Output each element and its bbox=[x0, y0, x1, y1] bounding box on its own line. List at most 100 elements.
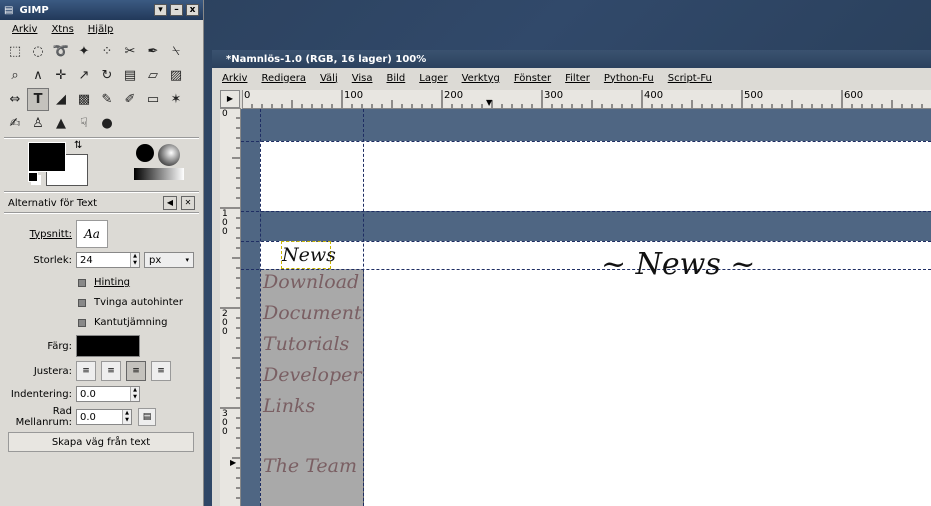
pencil-icon[interactable]: ✎ bbox=[96, 88, 118, 111]
smudge-icon[interactable]: ☟ bbox=[73, 112, 95, 135]
scale-icon[interactable]: ▤ bbox=[119, 64, 141, 87]
paths-icon[interactable]: ✒ bbox=[142, 40, 164, 63]
menu-xtns[interactable]: Xtns bbox=[51, 24, 73, 35]
minimize-button[interactable]: – bbox=[170, 4, 183, 16]
text-icon[interactable]: T bbox=[27, 88, 49, 111]
horizontal-ruler[interactable]: 0 100 200 300 400 500 600 ▼ bbox=[242, 90, 931, 109]
selected-text-layer[interactable]: News bbox=[281, 241, 336, 269]
line-spacing-label-2: Mellanrum: bbox=[15, 417, 72, 428]
toolbox-titlebar[interactable]: ▤ GIMP ▾ – x bbox=[0, 0, 203, 20]
text-color-button[interactable] bbox=[76, 335, 140, 357]
nav-item-download[interactable]: Download bbox=[263, 271, 359, 293]
font-selector[interactable]: Aa bbox=[76, 220, 108, 248]
autohint-checkbox[interactable] bbox=[78, 298, 86, 307]
toolbox-title: GIMP bbox=[19, 4, 49, 16]
divider bbox=[4, 191, 199, 193]
indent-spinner-icon[interactable]: ▲ ▼ bbox=[130, 387, 139, 401]
justify-left-icon[interactable]: ≡ bbox=[76, 361, 96, 381]
menu-python-fu[interactable]: Python-Fu bbox=[604, 73, 654, 84]
menu-valj[interactable]: Välj bbox=[320, 73, 338, 84]
crop-icon[interactable]: ↗ bbox=[73, 64, 95, 87]
hinting-checkbox[interactable] bbox=[78, 278, 86, 287]
image-canvas[interactable]: News ~ News ~ Download Document Tutorial… bbox=[241, 109, 931, 506]
menu-script-fu[interactable]: Script-Fu bbox=[668, 73, 712, 84]
guide-line bbox=[241, 241, 931, 242]
line-spacing-icon[interactable]: ▤ bbox=[138, 408, 156, 426]
foreground-color[interactable] bbox=[28, 142, 66, 172]
justify-center-icon[interactable]: ≡ bbox=[126, 361, 146, 381]
nav-item-the-team[interactable]: The Team bbox=[263, 455, 357, 477]
pattern-indicator[interactable] bbox=[158, 144, 180, 166]
guide-line bbox=[241, 141, 931, 142]
color-select-icon[interactable]: ⁘ bbox=[96, 40, 118, 63]
divider bbox=[4, 137, 199, 139]
menu-lager[interactable]: Lager bbox=[419, 73, 447, 84]
blend-icon[interactable]: ▩ bbox=[73, 88, 95, 111]
perspective-icon[interactable]: ▨ bbox=[165, 64, 187, 87]
menu-visa[interactable]: Visa bbox=[352, 73, 373, 84]
gradient-indicator[interactable] bbox=[134, 168, 184, 180]
rect-select-icon[interactable]: ⬚ bbox=[4, 40, 26, 63]
options-close-icon[interactable]: ✕ bbox=[181, 196, 195, 210]
clone-icon[interactable]: ♙ bbox=[27, 112, 49, 135]
menu-filter[interactable]: Filter bbox=[565, 73, 590, 84]
flip-icon[interactable]: ⇔ bbox=[4, 88, 26, 111]
nav-item-tutorials[interactable]: Tutorials bbox=[263, 333, 349, 355]
image-window-title[interactable]: *Namnlös-1.0 (RGB, 16 lager) 100% bbox=[212, 50, 931, 68]
lasso-icon[interactable]: ➰ bbox=[50, 40, 72, 63]
airbrush-icon[interactable]: ✶ bbox=[165, 88, 187, 111]
justify-fill-icon[interactable]: ≡ bbox=[151, 361, 171, 381]
measure-icon[interactable]: ∧ bbox=[27, 64, 49, 87]
justify-right-icon[interactable]: ≡ bbox=[101, 361, 121, 381]
unit-select[interactable]: px ▾ bbox=[144, 252, 194, 268]
menu-verktyg[interactable]: Verktyg bbox=[462, 73, 500, 84]
size-spinner-icon[interactable]: ▲ ▼ bbox=[130, 253, 139, 267]
toolbox-menu-icon[interactable]: ▤ bbox=[4, 5, 13, 16]
nav-item-document[interactable]: Document bbox=[263, 302, 362, 324]
brush-indicator[interactable] bbox=[136, 144, 154, 162]
menu-redigera[interactable]: Redigera bbox=[261, 73, 306, 84]
scissors-icon[interactable]: ✂ bbox=[119, 40, 141, 63]
ruler-label-200: 200 bbox=[444, 90, 464, 101]
options-dock-icon[interactable]: ◀ bbox=[163, 196, 177, 210]
nav-item-developer[interactable]: Developer bbox=[263, 364, 361, 386]
magic-wand-icon[interactable]: ✦ bbox=[73, 40, 95, 63]
menu-arkiv[interactable]: Arkiv bbox=[12, 24, 37, 35]
dodge-burn-icon[interactable]: ● bbox=[96, 112, 118, 135]
vertical-ruler[interactable]: 0 100 200 300 ▶ bbox=[220, 108, 241, 506]
shade-button[interactable]: ▾ bbox=[154, 4, 167, 16]
line-spacing-value: 0.0 bbox=[80, 411, 96, 423]
zoom-icon[interactable]: ⌕ bbox=[4, 64, 26, 87]
navigate-icon[interactable]: ▶ bbox=[220, 90, 240, 108]
default-colors-icon[interactable] bbox=[28, 172, 38, 182]
tool-options-title: Alternativ för Text bbox=[8, 198, 98, 209]
menu-arkiv[interactable]: Arkiv bbox=[222, 73, 247, 84]
create-path-from-text-button[interactable]: Skapa väg från text bbox=[8, 432, 194, 452]
close-button[interactable]: x bbox=[186, 4, 199, 16]
ruler-pointer-icon: ▼ bbox=[486, 98, 493, 107]
eraser-icon[interactable]: ▭ bbox=[142, 88, 164, 111]
line-spacing-spinner-icon[interactable]: ▲ ▼ bbox=[122, 410, 131, 424]
menu-hjalp[interactable]: Hjälp bbox=[88, 24, 114, 35]
nav-item-links[interactable]: Links bbox=[263, 395, 315, 417]
blur-icon[interactable]: ▲ bbox=[50, 112, 72, 135]
line-spacing-input[interactable]: 0.0 ▲ ▼ bbox=[76, 409, 132, 425]
news-heading[interactable]: ~ News ~ bbox=[601, 247, 755, 282]
rotate-icon[interactable]: ↻ bbox=[96, 64, 118, 87]
paintbrush-icon[interactable]: ✐ bbox=[119, 88, 141, 111]
indent-input[interactable]: 0.0 ▲ ▼ bbox=[76, 386, 140, 402]
image-window: *Namnlös-1.0 (RGB, 16 lager) 100% Arkiv … bbox=[212, 50, 931, 506]
unit-value: px bbox=[149, 254, 162, 266]
ink-icon[interactable]: ✍ bbox=[4, 112, 26, 135]
size-input[interactable]: 24 ▲ ▼ bbox=[76, 252, 140, 268]
bucket-fill-icon[interactable]: ◢ bbox=[50, 88, 72, 111]
color-picker-icon[interactable]: ⍀ bbox=[165, 40, 187, 63]
antialias-checkbox[interactable] bbox=[78, 318, 86, 327]
menu-bild[interactable]: Bild bbox=[386, 73, 405, 84]
menu-fonster[interactable]: Fönster bbox=[514, 73, 551, 84]
move-icon[interactable]: ✛ bbox=[50, 64, 72, 87]
shear-icon[interactable]: ▱ bbox=[142, 64, 164, 87]
ellipse-select-icon[interactable]: ◌ bbox=[27, 40, 49, 63]
swap-colors-icon[interactable]: ⇅ bbox=[74, 140, 82, 151]
indent-value: 0.0 bbox=[80, 388, 96, 400]
